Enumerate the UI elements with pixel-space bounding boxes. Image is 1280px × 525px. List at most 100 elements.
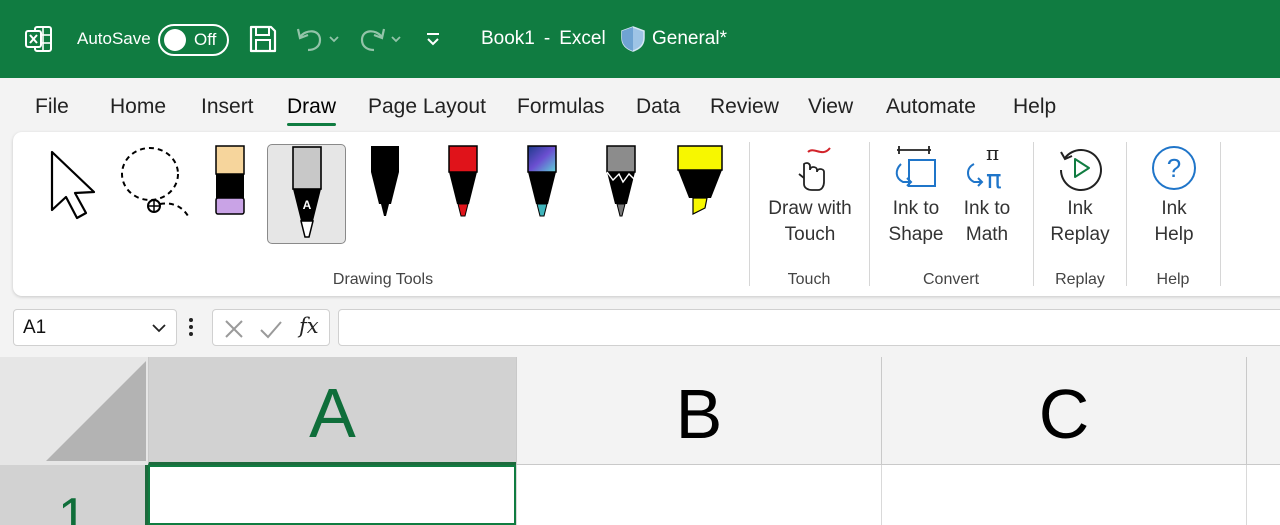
group-separator (1220, 142, 1221, 286)
tab-home[interactable]: Home (110, 95, 166, 119)
svg-text:π: π (986, 144, 999, 165)
group-label-touch: Touch (787, 271, 831, 288)
pen-galaxy[interactable] (519, 144, 565, 244)
app-name: Excel (559, 28, 606, 49)
pen-icon: A (291, 146, 322, 238)
pen-black[interactable] (362, 144, 408, 244)
undo-icon[interactable] (294, 0, 344, 78)
draw-with-touch-icon (798, 147, 831, 191)
svg-text:A: A (302, 198, 311, 212)
name-box-value: A1 (23, 317, 47, 338)
highlighter-yellow-icon (677, 145, 723, 215)
select-tool[interactable] (43, 144, 103, 244)
draw-with-touch-button[interactable]: Draw with Touch (760, 144, 860, 248)
cell-a1[interactable] (148, 465, 516, 525)
pen-black-icon (371, 146, 399, 216)
formula-input[interactable] (338, 309, 1280, 346)
eraser-tool[interactable] (208, 144, 252, 244)
select-all-corner[interactable] (0, 357, 148, 465)
help-question-icon: ? (1152, 146, 1196, 190)
cell-d1[interactable] (1246, 465, 1280, 525)
tab-review[interactable]: Review (710, 95, 779, 119)
pen-black-selected[interactable]: A (267, 144, 346, 244)
group-separator (1126, 142, 1127, 286)
column-header-d[interactable] (1246, 357, 1280, 465)
tab-draw[interactable]: Draw (287, 95, 337, 126)
pen-red-icon (448, 145, 478, 217)
autosave-toggle[interactable]: Off (158, 24, 229, 56)
ink-to-shape-button[interactable]: Ink to Shape (885, 144, 947, 248)
row-header-1[interactable]: 1 (0, 465, 148, 525)
formula-bar-buttons: fx (212, 309, 330, 346)
eraser-icon (215, 145, 245, 215)
redo-icon[interactable] (356, 0, 406, 78)
tab-insert[interactable]: Insert (201, 95, 254, 119)
insert-function-button[interactable]: fx (299, 314, 319, 338)
more-options-icon[interactable] (186, 314, 196, 345)
column-header-c[interactable]: C (881, 357, 1246, 465)
cell-c1[interactable] (881, 465, 1246, 525)
group-label-convert: Convert (922, 271, 980, 288)
ink-to-shape-label-1: Ink to (892, 198, 940, 219)
excel-logo-icon (24, 0, 54, 78)
tab-help[interactable]: Help (1013, 95, 1056, 119)
ink-help-label-2: Help (1154, 224, 1194, 245)
pen-red[interactable] (440, 144, 486, 244)
ink-help-label-1: Ink (1161, 198, 1187, 219)
group-separator (869, 142, 870, 286)
pencil-gray-icon (606, 145, 636, 217)
ink-to-math-button[interactable]: π π Ink to Math (957, 144, 1017, 248)
tab-view[interactable]: View (808, 95, 853, 119)
draw-with-touch-label-1: Draw with (768, 198, 852, 219)
ink-to-math-icon: π π (967, 144, 1002, 192)
pencil-gray[interactable] (598, 144, 644, 244)
toggle-knob (164, 29, 186, 51)
ink-to-math-label-1: Ink to (963, 198, 1011, 219)
ink-replay-label-2: Replay (1050, 224, 1110, 245)
customize-qat-icon[interactable] (424, 0, 442, 78)
ink-replay-label-1: Ink (1067, 198, 1093, 219)
pen-galaxy-icon (527, 145, 557, 217)
ribbon-draw: A Drawing Tools Draw with Touch Touch In… (13, 132, 1280, 296)
tab-formulas[interactable]: Formulas (517, 95, 605, 119)
lasso-select-tool[interactable] (116, 144, 196, 244)
ink-to-shape-icon (895, 146, 936, 187)
cell-b1[interactable] (516, 465, 881, 525)
group-label-help: Help (1156, 271, 1190, 288)
svg-text:π: π (986, 165, 1002, 192)
autosave-state: Off (194, 30, 217, 49)
group-separator (1033, 142, 1034, 286)
lasso-select-icon (121, 147, 189, 217)
title-bar: AutoSave Off Book1 - Excel General* (0, 0, 1280, 78)
group-label-drawing-tools: Drawing Tools (332, 271, 434, 288)
ink-to-shape-label-2: Shape (888, 224, 944, 245)
sensitivity-label[interactable]: General* (652, 0, 727, 78)
title-separator: - (543, 28, 551, 49)
tab-data[interactable]: Data (636, 95, 680, 119)
save-icon[interactable] (248, 0, 278, 78)
group-label-replay: Replay (1055, 271, 1105, 288)
cancel-icon[interactable] (223, 318, 245, 340)
column-header-a[interactable]: A (148, 357, 516, 465)
shield-icon[interactable] (620, 0, 646, 78)
name-box[interactable]: A1 (13, 309, 177, 346)
select-arrow-icon (50, 150, 96, 220)
tab-page-layout[interactable]: Page Layout (368, 95, 486, 119)
highlighter-yellow[interactable] (670, 144, 730, 244)
ink-replay-icon (1060, 149, 1102, 191)
tab-automate[interactable]: Automate (886, 95, 976, 119)
tab-file[interactable]: File (35, 95, 69, 119)
ink-to-math-label-2: Math (965, 224, 1009, 245)
enter-check-icon[interactable] (259, 318, 283, 340)
document-title: Book1 - Excel (481, 0, 606, 78)
draw-with-touch-label-2: Touch (784, 224, 836, 245)
ink-help-button[interactable]: ? Ink Help (1143, 144, 1205, 248)
autosave-label: AutoSave (77, 29, 151, 48)
ink-replay-button[interactable]: Ink Replay (1049, 144, 1111, 248)
svg-text:?: ? (1167, 153, 1181, 183)
group-separator (749, 142, 750, 286)
chevron-down-icon (152, 324, 166, 333)
doc-name: Book1 (481, 28, 535, 49)
column-header-b[interactable]: B (516, 357, 881, 465)
ribbon-tabs: File Home Insert Draw Page Layout Formul… (0, 78, 1280, 132)
